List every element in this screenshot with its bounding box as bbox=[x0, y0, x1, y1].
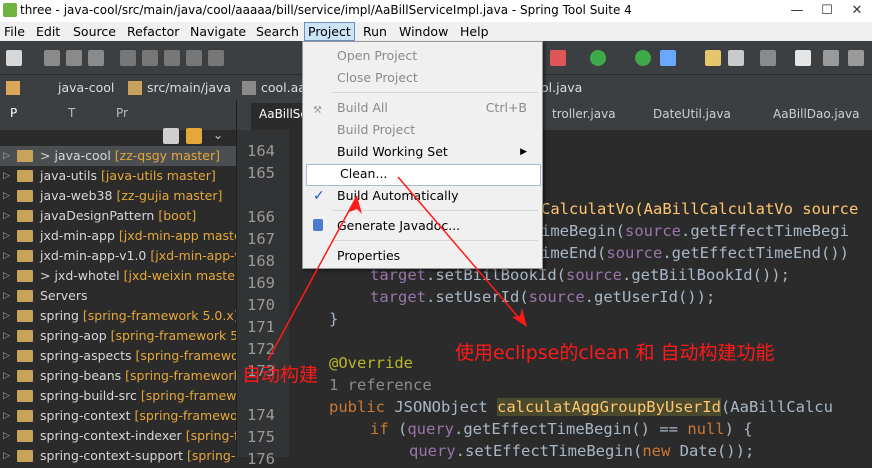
arrow-left-line bbox=[267, 195, 358, 361]
annotation-arrows bbox=[267, 176, 527, 361]
annotation-auto-build: 自动构建 bbox=[242, 364, 319, 386]
annotation-clean-auto-build: 使用eclipse的clean 和 自动构建功能 bbox=[455, 342, 775, 364]
arrow-right-head bbox=[512, 308, 527, 327]
arrow-right-line bbox=[397, 176, 526, 326]
